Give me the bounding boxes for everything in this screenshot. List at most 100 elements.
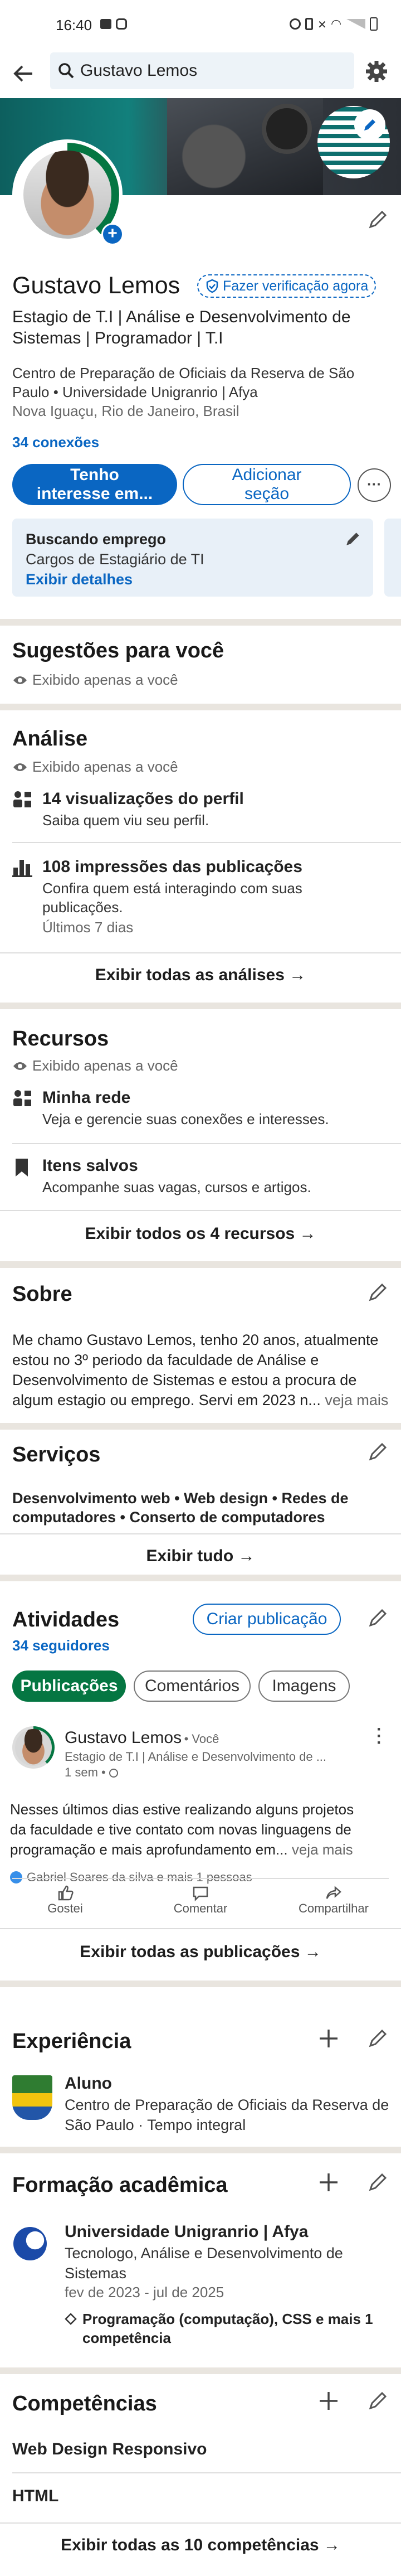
battery-icon [370,17,378,31]
resources-title: Recursos [12,1027,109,1050]
about-see-more-link[interactable]: veja mais [325,1392,388,1408]
saved-items-item[interactable]: Itens salvos Acompanhe suas vagas, curso… [0,1152,401,1208]
back-arrow-icon[interactable] [11,61,36,86]
section-separator [0,2367,401,2374]
analytics-title: Análise [12,727,88,750]
more-options-button[interactable]: ··· [358,468,391,502]
search-bar[interactable]: Gustavo Lemos [50,52,354,89]
resources-private: Exibido apenas a você [12,1057,178,1074]
open-to-button[interactable]: Tenho interesse em... [12,464,177,505]
comment-icon [193,1886,208,1901]
experience-item[interactable]: Aluno Centro de Preparação de Oficiais d… [0,2074,401,2136]
post-card[interactable]: Gustavo Lemos • Você Estagio de T.I | An… [0,1721,401,1905]
about-title: Sobre [12,1282,72,1306]
impressions-title: 108 impressões das publicações [42,858,302,876]
job-search-card[interactable]: Buscando emprego Cargos de Estagiário de… [12,519,373,597]
about-line-3: Desenvolvimento de Sistemas e estou a pr… [12,1372,357,1388]
connections-link[interactable]: 34 conexões [12,434,99,451]
post-author-row: Gustavo Lemos • Você [65,1728,219,1747]
edit-intro-pencil-icon[interactable] [368,210,388,230]
post-more-options-icon[interactable]: · · · [376,1721,382,1751]
edit-experience-pencil-icon[interactable] [368,2028,388,2049]
profile-views-desc: Saiba quem viu seu perfil. [42,812,209,829]
about-line-4-row: algum estagio ou emprego. Servi em 2023 … [12,1392,388,1409]
education-item[interactable]: Universidade Unigranrio | Afya Tecnologo… [0,2221,401,2355]
share-action[interactable]: Compartilhar [292,1885,375,1916]
post-author-name[interactable]: Gustavo Lemos [65,1728,182,1747]
create-post-label: Criar publicação [206,1610,327,1628]
profile-headline-2: Sistemas | Programador | T.I [12,329,223,347]
show-all-services-link[interactable]: Exibir tudo → [0,1547,401,1566]
show-all-resources-label: Exibir todos os 4 recursos → [85,1224,316,1243]
divider [0,1210,401,1211]
show-all-resources-link[interactable]: Exibir todos os 4 recursos → [0,1224,401,1243]
skill-item[interactable]: HTML [12,2487,58,2506]
add-photo-button[interactable]: + [101,223,124,245]
post-author-avatar[interactable] [12,1726,55,1769]
profile-views-item[interactable]: 14 visualizações do perfil Saiba quem vi… [0,786,401,842]
suggestions-private-label: Exibido apenas a você [32,671,178,688]
add-skill-plus-icon[interactable] [317,2390,340,2412]
divider [0,952,401,953]
more-dots-icon: ··· [367,476,382,492]
experience-role: Aluno [65,2074,112,2093]
share-label: Compartilhar [299,1901,369,1915]
add-section-button[interactable]: Adicionar seção [183,464,351,505]
bookmark-icon [16,1159,28,1176]
settings-gear-icon[interactable] [364,59,389,84]
job-search-title: Buscando emprego [26,531,167,548]
divider [12,2472,401,2473]
show-all-posts-link[interactable]: Exibir todas as publicações → [0,1943,401,1962]
post-text-3: programação e mais aprofundamento em... [10,1841,288,1858]
wifi-icon: ◠ [331,17,342,31]
add-experience-plus-icon[interactable] [317,2027,340,2050]
job-search-card-next[interactable] [384,519,401,597]
my-network-desc: Veja e gerencie suas conexões e interess… [42,1111,329,1127]
search-input[interactable]: Gustavo Lemos [80,61,197,80]
show-all-skills-link[interactable]: Exibir todas as 10 competências → [0,2536,401,2555]
instagram-icon [116,18,127,30]
services-line-2: computadores • Conserto de computadores [12,1509,325,1526]
edit-about-pencil-icon[interactable] [368,1282,388,1302]
tab-posts[interactable]: Publicações [12,1670,126,1702]
alarm-icon [290,18,301,30]
post-reactions-text: Gabriel Soares da silva e mais 1 pessoas [27,1870,252,1884]
verify-badge[interactable]: Fazer verificação agora [197,274,376,298]
show-all-analytics-link[interactable]: Exibir todas as análises → [0,966,401,985]
banner-camera-image [262,104,312,154]
post-time-row: 1 sem • [65,1765,118,1780]
analytics-private-label: Exibido apenas a você [32,758,178,775]
education-dates: fev de 2023 - jul de 2025 [65,2284,224,2301]
skill-item[interactable]: Web Design Responsivo [12,2440,207,2459]
edit-services-pencil-icon[interactable] [368,1442,388,1462]
tab-comments[interactable]: Comentários [134,1670,251,1702]
edit-job-search-pencil-icon[interactable] [344,531,361,548]
create-post-button[interactable]: Criar publicação [193,1604,341,1635]
education-school: Universidade Unigranrio | Afya [65,2222,309,2241]
profile-name: Gustavo Lemos [12,272,180,299]
add-education-plus-icon[interactable] [317,2171,340,2194]
post-text-3-row: programação e mais aprofundamento em... … [10,1841,353,1858]
globe-icon [109,1769,118,1778]
followers-count[interactable]: 34 seguidores [12,1637,110,1654]
post-see-more-link[interactable]: veja mais [292,1841,353,1858]
my-network-item[interactable]: Minha rede Veja e gerencie suas conexões… [0,1084,401,1140]
job-search-details-link[interactable]: Exibir detalhes [26,571,133,588]
tab-images-label: Imagens [272,1677,336,1695]
divider [12,1143,401,1144]
post-reactions-row[interactable]: Gabriel Soares da silva e mais 1 pessoas [10,1870,252,1885]
post-impressions-item[interactable]: 108 impressões das publicações Confira q… [0,853,401,948]
about-line-2: estou no 3º periodo da faculdade de Anál… [12,1352,319,1368]
edit-banner-button[interactable] [354,109,385,141]
eye-icon [13,1062,27,1070]
comment-action[interactable]: Comentar [167,1885,234,1916]
education-skills-2: competência [82,2330,171,2346]
edit-skills-pencil-icon[interactable] [368,2391,388,2411]
edit-education-pencil-icon[interactable] [368,2172,388,2192]
profile-avatar[interactable]: #OPENTOWORK + [8,139,124,272]
like-action[interactable]: Gostei [40,1885,90,1916]
services-line-1: Desenvolvimento web • Web design • Redes… [12,1490,349,1507]
education-degree-2: Sistemas [65,2265,127,2282]
tab-images[interactable]: Imagens [258,1670,350,1702]
edit-activity-pencil-icon[interactable] [368,1608,388,1628]
